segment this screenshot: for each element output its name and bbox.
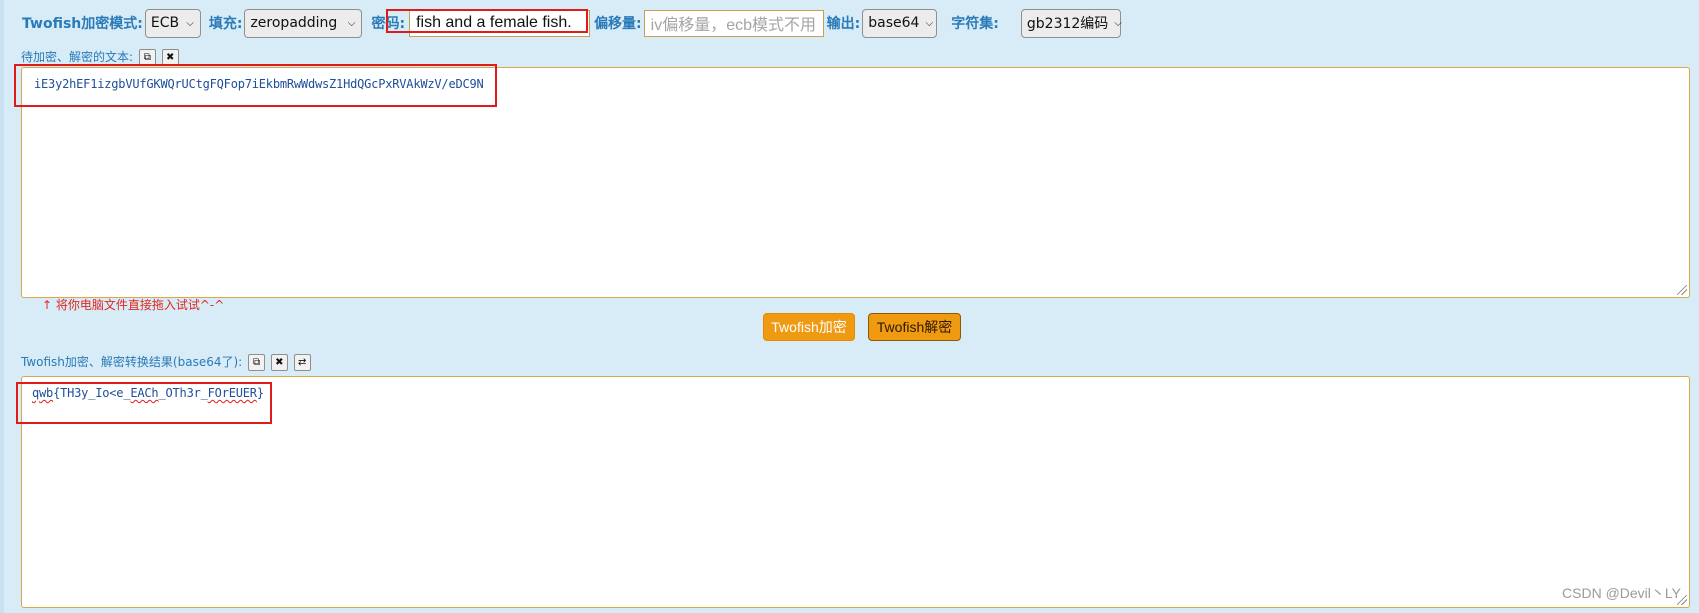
- output-label: 输出:: [826, 16, 861, 32]
- twofish-tool-page: Twofish加密模式: ECB ⌵ 填充: zeropadding ⌵ 密码:…: [0, 0, 1699, 613]
- settings-toolbar: Twofish加密模式: ECB ⌵ 填充: zeropadding ⌵ 密码:…: [22, 8, 1122, 38]
- charset-label: 字符集:: [951, 16, 999, 32]
- chevron-down-icon: ⌵: [1114, 17, 1122, 29]
- input-textarea[interactable]: iE3y2hEF1izgbVUfGKWQrUCtgFQFop7iEkbmRwWd…: [21, 67, 1690, 298]
- encrypt-button[interactable]: Twofish加密: [763, 313, 855, 341]
- result-text-part: qwb: [32, 386, 54, 400]
- resize-handle-icon[interactable]: [1677, 285, 1687, 295]
- padding-select-value: zeropadding: [250, 15, 338, 31]
- password-input[interactable]: fish and a female fish.: [409, 9, 591, 37]
- iv-label: 偏移量:: [594, 16, 642, 32]
- close-icon[interactable]: ✖: [270, 354, 288, 371]
- mode-select-value: ECB: [150, 15, 180, 31]
- charset-select-value: gb2312编码: [1026, 16, 1109, 32]
- padding-select[interactable]: zeropadding ⌵: [244, 8, 363, 38]
- result-text-part: {TH3y_Io<e_: [53, 386, 131, 400]
- padding-label: 填充:: [208, 16, 243, 32]
- result-text-part: FOrEUER: [207, 386, 257, 400]
- iv-input[interactable]: iv偏移量，ecb模式不用: [643, 9, 824, 37]
- drag-file-hint: ↑ 将你电脑文件直接拖入试试^-^: [42, 298, 225, 312]
- watermark: CSDN @Devil丶LY: [1562, 585, 1681, 601]
- mode-label: Twofish加密模式:: [22, 16, 143, 32]
- chevron-down-icon: ⌵: [925, 17, 934, 29]
- close-icon[interactable]: ✖: [161, 49, 179, 66]
- chevron-down-icon: ⌵: [186, 17, 194, 29]
- decrypt-button[interactable]: Twofish解密: [868, 313, 961, 341]
- result-text-part: EACh: [130, 386, 159, 400]
- password-label: 密码:: [371, 16, 406, 32]
- result-text-part: }: [256, 386, 264, 400]
- charset-select[interactable]: gb2312编码 ⌵: [1020, 8, 1122, 38]
- mode-select[interactable]: ECB ⌵: [144, 8, 201, 38]
- swap-icon[interactable]: ⇄: [293, 354, 311, 371]
- copy-icon[interactable]: ⧉: [248, 354, 266, 371]
- input-label: 待加密、解密的文本:: [21, 50, 134, 64]
- input-text: iE3y2hEF1izgbVUfGKWQrUCtgFQFop7iEkbmRwWd…: [34, 77, 484, 91]
- result-label-row: Twofish加密、解密转换结果(base64了): ⧉ ✖ ⇄: [21, 353, 311, 371]
- output-select[interactable]: base64 ⌵: [862, 8, 938, 38]
- result-textarea[interactable]: qwb{TH3y_Io<e_EACh_OTh3r_FOrEUER}: [21, 376, 1690, 608]
- result-text-part: _OTh3r_: [158, 386, 208, 400]
- chevron-down-icon: ⌵: [347, 17, 356, 29]
- copy-icon[interactable]: ⧉: [138, 49, 156, 66]
- result-text: qwb{TH3y_Io<e_EACh_OTh3r_FOrEUER}: [32, 386, 264, 400]
- output-select-value: base64: [868, 15, 920, 31]
- result-label: Twofish加密、解密转换结果(base64了):: [21, 355, 243, 369]
- input-label-row: 待加密、解密的文本: ⧉ ✖: [21, 48, 179, 66]
